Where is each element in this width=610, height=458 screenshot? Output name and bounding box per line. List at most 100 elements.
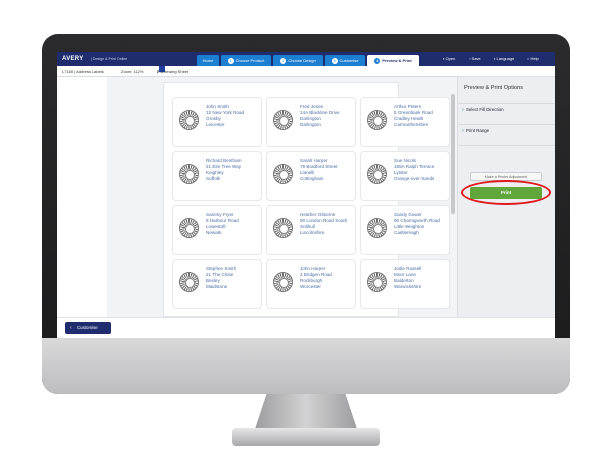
tab-home[interactable]: Home: [197, 55, 219, 66]
compass-seal-icon: [273, 272, 293, 292]
tab-home-label: Home: [202, 58, 214, 63]
step-number: 4: [374, 57, 381, 64]
compass-seal-icon: [273, 164, 293, 184]
sheet-next-button[interactable]: 2: [157, 66, 159, 77]
sheet-current-button[interactable]: 1: [159, 66, 165, 74]
address-line: Grange-over-Sands: [394, 176, 435, 181]
address-line: Worcester: [300, 284, 321, 289]
tab-choose-product[interactable]: 1 Choose Product: [221, 55, 271, 66]
address-label[interactable]: Sue Nicols 165A Ralph Terrace Lytster Grang…: [360, 151, 450, 201]
language-button[interactable]: ▪ Language: [494, 55, 514, 63]
preview-print-options-panel: Preview & Print Options › Select Fill Dir…: [457, 77, 555, 317]
address-line: Castlereagh: [394, 230, 419, 235]
address-text: John Harper 2 Bridgen Road Rockburgh Worces…: [300, 266, 332, 290]
address-label[interactable]: Arthur Peters 5 Greenbank Road Cradley Hea…: [360, 97, 450, 147]
help-button[interactable]: ○ Help: [527, 55, 539, 63]
logo-subtitle: | Design & Print Online: [91, 57, 128, 61]
chevron-left-icon: ‹: [70, 325, 72, 331]
customise-label: Customise: [77, 325, 98, 330]
panel-title: Preview & Print Options: [464, 85, 524, 91]
secondary-toolbar: L7160 | Address Labels Zoom: 112% Previe…: [57, 66, 555, 77]
compass-seal-icon: [367, 218, 387, 238]
address-label[interactable]: Sammy Fryer 8 Harbour Road Lowestoft Newark: [172, 205, 262, 255]
compass-seal-icon: [179, 218, 199, 238]
scrollbar-thumb[interactable]: [451, 94, 455, 214]
divider: [458, 145, 555, 146]
tab-customise-label: Customise: [339, 58, 359, 63]
compass-seal-icon: [367, 110, 387, 130]
compass-seal-icon: [273, 110, 293, 130]
address-line: Maidstone: [206, 284, 228, 289]
address-label[interactable]: Heather Osborne 90 London Road South Solih…: [266, 205, 356, 255]
step-number: 2: [280, 57, 287, 64]
monitor-chin: [42, 338, 570, 394]
language-label: Language: [496, 56, 515, 61]
product-name: L7160 | Address Labels: [62, 69, 104, 74]
address-label[interactable]: Sarah Harper 79 Bradford Street Llanelli Co…: [266, 151, 356, 201]
top-navigation-bar: AVERY | Design & Print Online Home 1 Choo…: [57, 52, 555, 66]
address-text: Jodie Russell Moor Lane Balderton Warwicksh…: [394, 266, 421, 290]
address-line: Leicester: [206, 122, 225, 127]
app-screen: AVERY | Design & Print Online Home 1 Choo…: [57, 52, 555, 338]
address-text: Arthur Peters 5 Greenbank Road Cradley Hea…: [394, 104, 433, 128]
address-line: Suffolk: [206, 176, 220, 181]
address-line: Darlington: [300, 122, 321, 127]
bottom-bar: ‹ Customise: [57, 317, 555, 338]
select-fill-direction[interactable]: › Select Fill Direction: [458, 103, 555, 115]
compass-seal-icon: [273, 218, 293, 238]
address-text: Sue Nicols 165A Ralph Terrace Lytster Grang…: [394, 158, 434, 182]
compass-seal-icon: [179, 164, 199, 184]
compass-seal-icon: [179, 110, 199, 130]
chevron-right-icon: ›: [462, 107, 464, 113]
address-label[interactable]: Richard Bentham 21 Elm Tree Way Keighley Su…: [172, 151, 262, 201]
address-text: Fred Jones 14A Blackline Drive Darlington D…: [300, 104, 340, 128]
address-label[interactable]: John Smith 12 New York Road Grosby Leiceste…: [172, 97, 262, 147]
step-number: 1: [227, 57, 234, 64]
compass-seal-icon: [179, 272, 199, 292]
tab-choose-design[interactable]: 2 Choose Design: [273, 55, 323, 66]
monitor-stand-neck: [254, 394, 358, 432]
address-line: Lincolnshire: [300, 230, 325, 235]
address-line: Cottingham: [300, 176, 324, 181]
address-line: Newark: [206, 230, 222, 235]
compass-seal-icon: [367, 272, 387, 292]
save-button[interactable]: ▫ Save: [469, 55, 481, 63]
address-text: Sandy Gower 90 Charnigworth Road Little We…: [394, 212, 440, 236]
preview-canvas: John Smith 12 New York Road Grosby Leiceste…: [107, 77, 457, 317]
tab-choose-product-label: Choose Product: [235, 58, 265, 63]
print-range[interactable]: › Print Range: [458, 124, 555, 136]
address-line: Carmarthenshire: [394, 122, 429, 127]
tab-preview-print[interactable]: 4 Preview & Print: [367, 55, 419, 66]
tab-choose-design-label: Choose Design: [288, 58, 316, 63]
tab-preview-print-label: Preview & Print: [382, 58, 412, 63]
address-text: Sammy Fryer 8 Harbour Road Lowestoft Newark: [206, 212, 239, 236]
chevron-right-icon: ›: [462, 128, 464, 134]
address-line: Warwickshire: [394, 284, 422, 289]
highlight-circle: [461, 180, 551, 205]
help-label: Help: [530, 56, 539, 61]
open-button[interactable]: ▪ Open: [443, 55, 455, 63]
address-label[interactable]: John Harper 2 Bridgen Road Rockburgh Worces…: [266, 259, 356, 309]
print-range-label: Print Range: [466, 128, 490, 133]
address-text: Heather Osborne 90 London Road South Solih…: [300, 212, 347, 236]
open-label: Open: [445, 56, 456, 61]
save-label: Save: [471, 56, 481, 61]
zoom-level[interactable]: Zoom: 112%: [121, 66, 143, 77]
left-panel: [57, 77, 107, 338]
back-to-customise-button[interactable]: ‹ Customise: [65, 322, 111, 334]
fill-direction-label: Select Fill Direction: [466, 107, 504, 112]
address-label[interactable]: Fred Jones 14A Blackline Drive Darlington D…: [266, 97, 356, 147]
avery-logo[interactable]: AVERY: [62, 55, 84, 63]
address-label[interactable]: Sandy Gower 90 Charnigworth Road Little We…: [360, 205, 450, 255]
tab-customise[interactable]: 3 Customise: [325, 55, 365, 66]
address-text: Richard Bentham 21 Elm Tree Way Keighley Su…: [206, 158, 242, 182]
address-label[interactable]: Jodie Russell Moor Lane Balderton Warwicksh…: [360, 259, 450, 309]
address-label[interactable]: Stephen Smith 21 The Close Bexley Maidstone: [172, 259, 262, 309]
address-text: John Smith 12 New York Road Grosby Leiceste…: [206, 104, 244, 128]
monitor-stand-base: [232, 428, 380, 446]
address-text: Sarah Harper 79 Bradford Street Llanelli Co…: [300, 158, 338, 182]
address-text: Stephen Smith 21 The Close Bexley Maidstone: [206, 266, 236, 290]
vertical-scrollbar[interactable]: [451, 84, 455, 312]
label-sheet: John Smith 12 New York Road Grosby Leiceste…: [163, 82, 450, 317]
compass-seal-icon: [367, 164, 387, 184]
